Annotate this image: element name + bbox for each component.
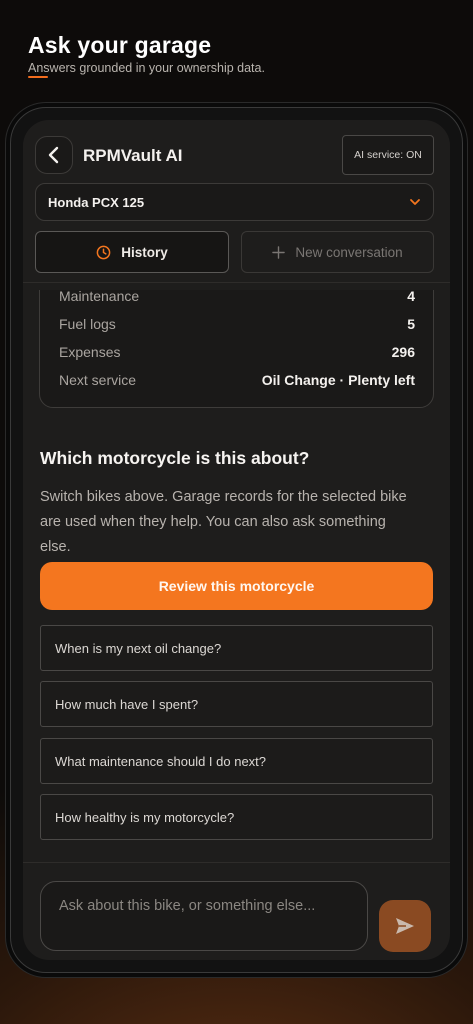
bike-selector-value: Honda PCX 125 xyxy=(48,194,145,210)
stat-value: Oil Change · Plenty left xyxy=(261,372,415,388)
stat-value: 296 xyxy=(391,344,415,360)
chevron-left-icon xyxy=(48,146,59,164)
stat-label: Expenses xyxy=(59,344,121,360)
promo-underline xyxy=(28,76,48,78)
prompt-question: Which motorcycle is this about? xyxy=(40,448,310,468)
back-button[interactable] xyxy=(35,136,73,174)
composer-divider xyxy=(23,862,450,863)
stat-row-expenses: Expenses 296 xyxy=(59,342,415,362)
send-button[interactable] xyxy=(379,900,431,952)
stat-row-next-service: Next service Oil Change · Plenty left xyxy=(59,370,415,390)
stat-value: 4 xyxy=(407,288,415,304)
prompt-description: Switch bikes above. Garage records for t… xyxy=(40,489,407,555)
suggestion-chip[interactable]: How healthy is my motorcycle? xyxy=(40,794,433,840)
message-input[interactable]: Ask about this bike, or something else..… xyxy=(40,881,368,951)
suggestion-chip[interactable]: How much have I spent? xyxy=(40,681,433,727)
app-screen: Maintenance 4 Fuel logs 5 Expenses 296 N… xyxy=(23,120,450,960)
stat-value: 5 xyxy=(407,316,415,332)
app-header: RPMVault AI AI service: ON Honda PCX 125… xyxy=(23,120,450,290)
chevron-down-icon xyxy=(410,199,420,205)
plus-icon xyxy=(272,245,286,259)
stats-card: Maintenance 4 Fuel logs 5 Expenses 296 N… xyxy=(39,270,434,408)
bike-selector[interactable]: Honda PCX 125 xyxy=(35,183,434,221)
history-label: History xyxy=(121,244,168,260)
send-icon xyxy=(396,918,414,934)
new-conversation-label: New conversation xyxy=(295,244,403,260)
suggestion-chip[interactable]: When is my next oil change? xyxy=(40,625,433,671)
app-title: RPMVault AI xyxy=(83,146,183,165)
promo-title: Ask your garage xyxy=(28,32,212,58)
clock-icon xyxy=(96,245,111,259)
phone-frame: Maintenance 4 Fuel logs 5 Expenses 296 N… xyxy=(10,107,463,973)
stat-row-fuel-logs: Fuel logs 5 xyxy=(59,314,415,334)
history-button[interactable]: History xyxy=(35,231,229,273)
review-motorcycle-button[interactable]: Review this motorcycle xyxy=(40,562,433,610)
ai-service-status-badge: AI service: ON xyxy=(342,135,434,175)
new-conversation-button[interactable]: New conversation xyxy=(241,231,434,273)
stat-label: Fuel logs xyxy=(59,316,116,332)
suggestion-chip[interactable]: What maintenance should I do next? xyxy=(40,738,433,784)
stat-label: Next service xyxy=(59,372,137,388)
header-divider xyxy=(23,282,450,283)
stat-label: Maintenance xyxy=(59,288,140,304)
promo-subtitle: Answers grounded in your ownership data. xyxy=(28,61,265,75)
